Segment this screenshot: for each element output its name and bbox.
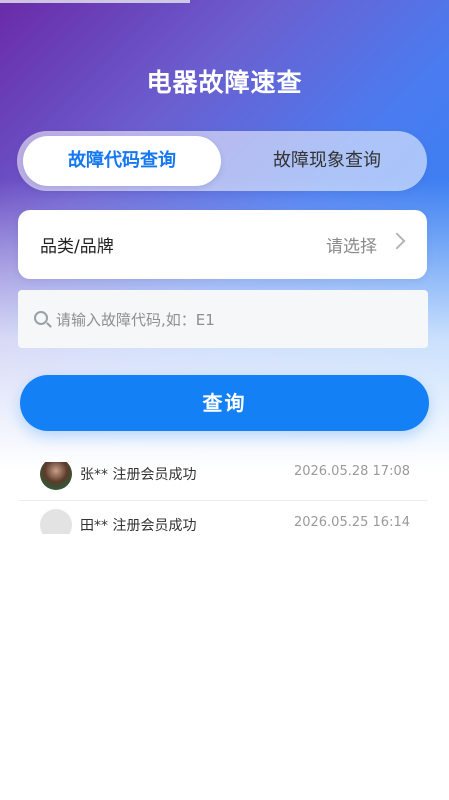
- feed-time: 2026.05.28 17:08: [293, 464, 410, 479]
- avatar: [40, 462, 72, 490]
- tab-fault-code[interactable]: 故障代码查询: [23, 136, 221, 186]
- query-button[interactable]: 查询: [20, 375, 429, 431]
- category-value: 请选择: [326, 237, 377, 257]
- feed-text: 张** 注册会员成功: [80, 467, 197, 483]
- tab-bar: 故障代码查询 故障现象查询: [17, 131, 427, 191]
- page-title: 电器故障速查: [146, 68, 303, 97]
- avatar: [40, 509, 72, 534]
- search-icon: [34, 311, 48, 325]
- category-brand-selector[interactable]: 品类/品牌 请选择: [18, 210, 427, 279]
- chevron-right-icon: [388, 232, 406, 250]
- search-input[interactable]: [54, 304, 408, 336]
- tab-fault-symptom[interactable]: 故障现象查询: [231, 136, 423, 186]
- category-label: 品类/品牌: [40, 237, 114, 257]
- status-bar-line: [0, 0, 190, 3]
- feed-time: 2026.05.25 16:14: [293, 515, 410, 530]
- activity-feed: 张** 注册会员成功 2026.05.28 17:08 田** 注册会员成功 2…: [18, 462, 428, 534]
- list-item: 田** 注册会员成功 2026.05.25 16:14: [18, 501, 428, 534]
- list-item: 张** 注册会员成功 2026.05.28 17:08: [18, 462, 428, 501]
- search-box: [18, 290, 428, 348]
- feed-text: 田** 注册会员成功: [80, 518, 197, 534]
